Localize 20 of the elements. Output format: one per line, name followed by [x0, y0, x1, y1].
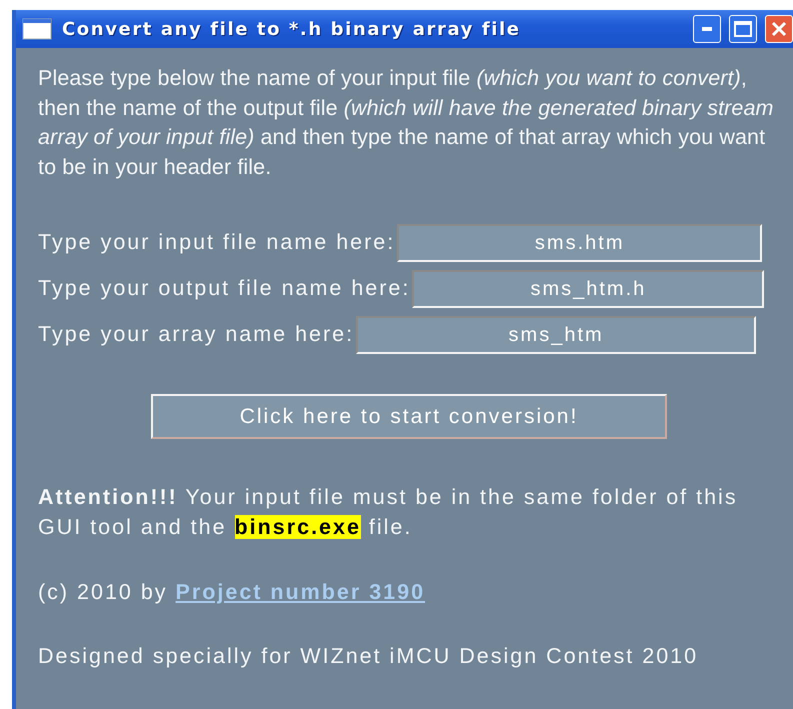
close-button[interactable]	[765, 15, 793, 43]
window-title: Convert any file to *.h binary array file	[62, 18, 522, 40]
project-link[interactable]: Project number 3190	[176, 580, 426, 604]
text-field[interactable]: sms_htm.h	[412, 270, 764, 308]
copyright-text: (c) 2010 by	[38, 580, 169, 604]
close-icon	[771, 21, 787, 37]
window-icon	[22, 18, 52, 40]
instructions-text: Please type below the name of your input file (which you want to convert), then the name of the output file (which will have the generated binary stream array of your input file) and then type the name of that array which you want to be in your header file.	[38, 65, 775, 180]
text-field[interactable]: sms_htm	[356, 316, 756, 354]
maximize-button[interactable]	[729, 15, 757, 43]
minimize-button[interactable]	[693, 15, 721, 43]
text-field[interactable]: sms.htm	[397, 224, 762, 262]
minimize-icon	[702, 27, 712, 31]
field-label: Type your input file name here:	[38, 229, 396, 256]
field-label: Type your array name here:	[38, 321, 354, 348]
field-label: Type your output file name here:	[38, 275, 410, 302]
maximize-icon	[734, 21, 752, 37]
footer-text: Designed specially for WIZnet iMCU Design Contest 2010	[38, 642, 700, 670]
convert-button[interactable]: Click here to start conversion!	[151, 394, 667, 439]
attention-text: Attention!!! Your input file must be in the same folder of this GUI tool and the binsrc.exe file.	[38, 484, 739, 540]
